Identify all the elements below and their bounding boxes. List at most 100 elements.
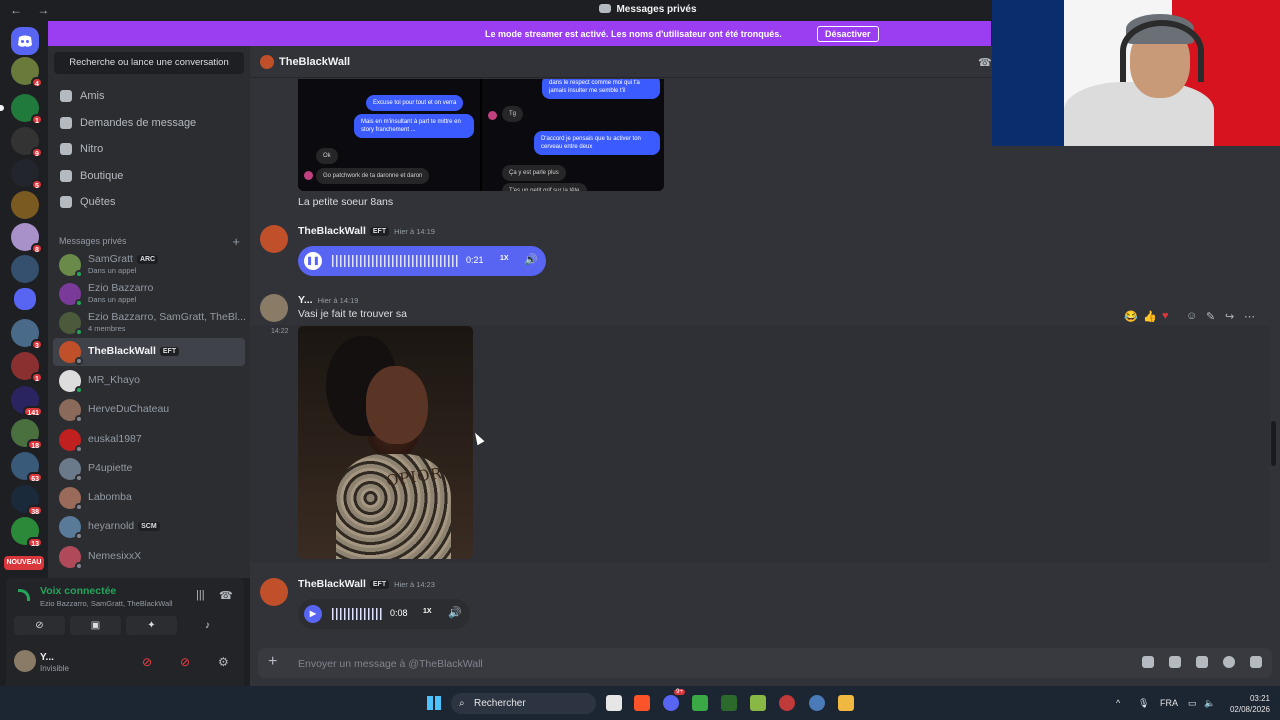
app-icon[interactable] <box>692 695 708 711</box>
nav-nitro[interactable]: Nitro <box>58 138 244 162</box>
playback-speed[interactable]: 1X <box>500 255 509 262</box>
soundboard-button[interactable]: ♪ <box>182 616 233 635</box>
dm-item[interactable]: Ezio Bazzarro, SamGratt, TheBl... 4 membr… <box>53 309 246 337</box>
forward-icon[interactable]: ↪ <box>1225 310 1234 323</box>
server-icon[interactable] <box>11 255 39 283</box>
pause-button[interactable]: ❚❚ <box>304 252 322 270</box>
add-reaction-icon[interactable]: ☺ <box>1186 310 1197 322</box>
server-icon[interactable]: 9 <box>11 127 43 158</box>
dm-item-active[interactable]: TheBlackWall EFT <box>53 338 245 366</box>
call-icon[interactable]: ☎ <box>978 56 992 69</box>
waveform[interactable] <box>332 255 458 267</box>
server-icon[interactable]: 13 <box>11 517 43 548</box>
disable-streamer-button[interactable]: Désactiver <box>817 26 879 42</box>
nav-friends[interactable]: Amis <box>58 85 244 109</box>
avatar[interactable] <box>260 225 288 253</box>
playback-speed[interactable]: 1X <box>423 608 432 615</box>
dm-item[interactable]: Ezio Bazzarro Dans un appel <box>53 280 245 308</box>
sticker-icon[interactable] <box>1196 656 1208 668</box>
brave-icon[interactable] <box>634 695 650 711</box>
avatar[interactable] <box>14 650 36 672</box>
app-icon[interactable] <box>721 695 737 711</box>
app-icon[interactable] <box>779 695 795 711</box>
server-icon[interactable]: 1 <box>11 352 43 383</box>
gif-icon[interactable] <box>1169 656 1181 668</box>
add-dm-button[interactable]: + <box>232 234 240 249</box>
server-icon[interactable]: 5 <box>11 159 43 190</box>
dm-item[interactable]: Labomba <box>53 484 245 512</box>
apps-icon[interactable] <box>1250 656 1262 668</box>
task-view-icon[interactable] <box>606 695 622 711</box>
server-icon[interactable]: 18 <box>11 419 43 450</box>
volume-tray-icon[interactable]: 🔈 <box>1204 698 1215 709</box>
new-badge[interactable]: NOUVEAU <box>4 556 44 570</box>
attached-screenshot[interactable]: Excuse toi pour tout et on verra Mais en… <box>298 79 664 191</box>
server-icon[interactable]: 63 <box>11 452 43 483</box>
clock[interactable]: 03:21 02/08/2026 <box>1224 693 1270 715</box>
mic-muted-icon[interactable]: ⊘ <box>142 655 152 669</box>
heart-reaction-icon[interactable]: ♥ <box>1162 310 1169 322</box>
server-icon[interactable]: 141 <box>11 386 43 417</box>
message-author[interactable]: TheBlackWall EFT Hier à 14:19 <box>298 225 435 237</box>
taskbar-search[interactable]: ⌕ Rechercher <box>451 693 596 714</box>
discord-taskbar-icon[interactable]: 9+ <box>663 689 685 711</box>
noise-suppression-icon[interactable]: ||| <box>196 589 205 601</box>
dm-name: NemesixxX <box>88 550 142 562</box>
avatar[interactable] <box>260 294 288 322</box>
settings-app-icon[interactable] <box>809 695 825 711</box>
attached-photo[interactable]: OPIOR <box>298 326 473 559</box>
message-author[interactable]: Y... Hier à 14:19 <box>298 294 358 306</box>
edit-icon[interactable]: ✎ <box>1206 310 1215 323</box>
nav-shop[interactable]: Boutique <box>58 165 244 189</box>
dm-item[interactable]: SamGratt ARC Dans un appel <box>53 251 245 279</box>
camera-off-button[interactable]: ⊘ <box>14 616 65 635</box>
disconnect-icon[interactable]: ☎ <box>219 589 233 602</box>
language-indicator[interactable]: FRA <box>1160 698 1178 708</box>
laugh-reaction-icon[interactable]: 😂 <box>1124 310 1138 323</box>
composer-placeholder[interactable]: Envoyer un message à @TheBlackWall <box>298 658 483 670</box>
server-icon[interactable]: 1 <box>0 94 43 125</box>
folder-icon[interactable] <box>14 288 36 310</box>
dm-item[interactable]: HerveDuChateau <box>53 396 245 424</box>
server-icon[interactable] <box>11 191 39 219</box>
play-button[interactable]: ▶ <box>304 605 322 623</box>
voice-status[interactable]: Voix connectée <box>40 585 116 597</box>
nav-message-requests[interactable]: Demandes de message <box>58 112 244 136</box>
screen-share-button[interactable]: ▣ <box>70 616 121 635</box>
server-icon[interactable]: 4 <box>11 57 43 88</box>
microphone-icon[interactable]: 🎙 <box>1138 698 1149 709</box>
file-explorer-icon[interactable] <box>838 695 854 711</box>
server-icon[interactable]: 8 <box>11 223 43 254</box>
settings-gear-icon[interactable]: ⚙ <box>218 655 229 669</box>
waveform[interactable] <box>332 608 384 620</box>
windows-start-icon[interactable] <box>427 696 441 710</box>
server-icon[interactable]: 3 <box>11 319 43 350</box>
dm-item[interactable]: NemesixxX <box>53 543 245 571</box>
volume-icon[interactable]: 🔊 <box>448 606 462 619</box>
gift-icon[interactable] <box>1142 656 1154 668</box>
attach-plus-icon[interactable]: + <box>268 653 277 671</box>
streamer-body <box>1064 82 1214 146</box>
dm-item[interactable]: P4upiette <box>53 455 245 483</box>
dm-item[interactable]: heyarnold SCM <box>53 513 245 541</box>
thumbs-up-reaction-icon[interactable]: 👍 <box>1143 310 1157 323</box>
volume-icon[interactable]: 🔊 <box>524 253 538 266</box>
dm-item[interactable]: MR_Khayo <box>53 367 245 395</box>
network-icon[interactable]: ▭ <box>1188 698 1197 709</box>
conversation-search[interactable]: Recherche ou lance une conversation <box>54 52 244 74</box>
discord-home-icon[interactable] <box>11 27 39 55</box>
message-composer[interactable]: + Envoyer un message à @TheBlackWall <box>258 648 1272 678</box>
server-icon[interactable]: 38 <box>11 485 43 516</box>
more-options-icon[interactable]: ⋯ <box>1244 310 1255 323</box>
tray-chevron-icon[interactable]: ^ <box>1116 698 1120 708</box>
dm-item[interactable]: euskal1987 <box>53 426 245 454</box>
emoji-icon[interactable] <box>1223 656 1235 668</box>
nav-quests[interactable]: Quêtes <box>58 191 244 215</box>
avatar <box>59 370 83 394</box>
activities-button[interactable]: ✦ <box>126 616 177 635</box>
app-icon[interactable] <box>750 695 766 711</box>
scrollbar[interactable] <box>1271 421 1276 466</box>
deafen-icon[interactable]: ⊘ <box>180 655 190 669</box>
message-author[interactable]: TheBlackWall EFT Hier à 14:23 <box>298 578 435 590</box>
avatar[interactable] <box>260 578 288 606</box>
